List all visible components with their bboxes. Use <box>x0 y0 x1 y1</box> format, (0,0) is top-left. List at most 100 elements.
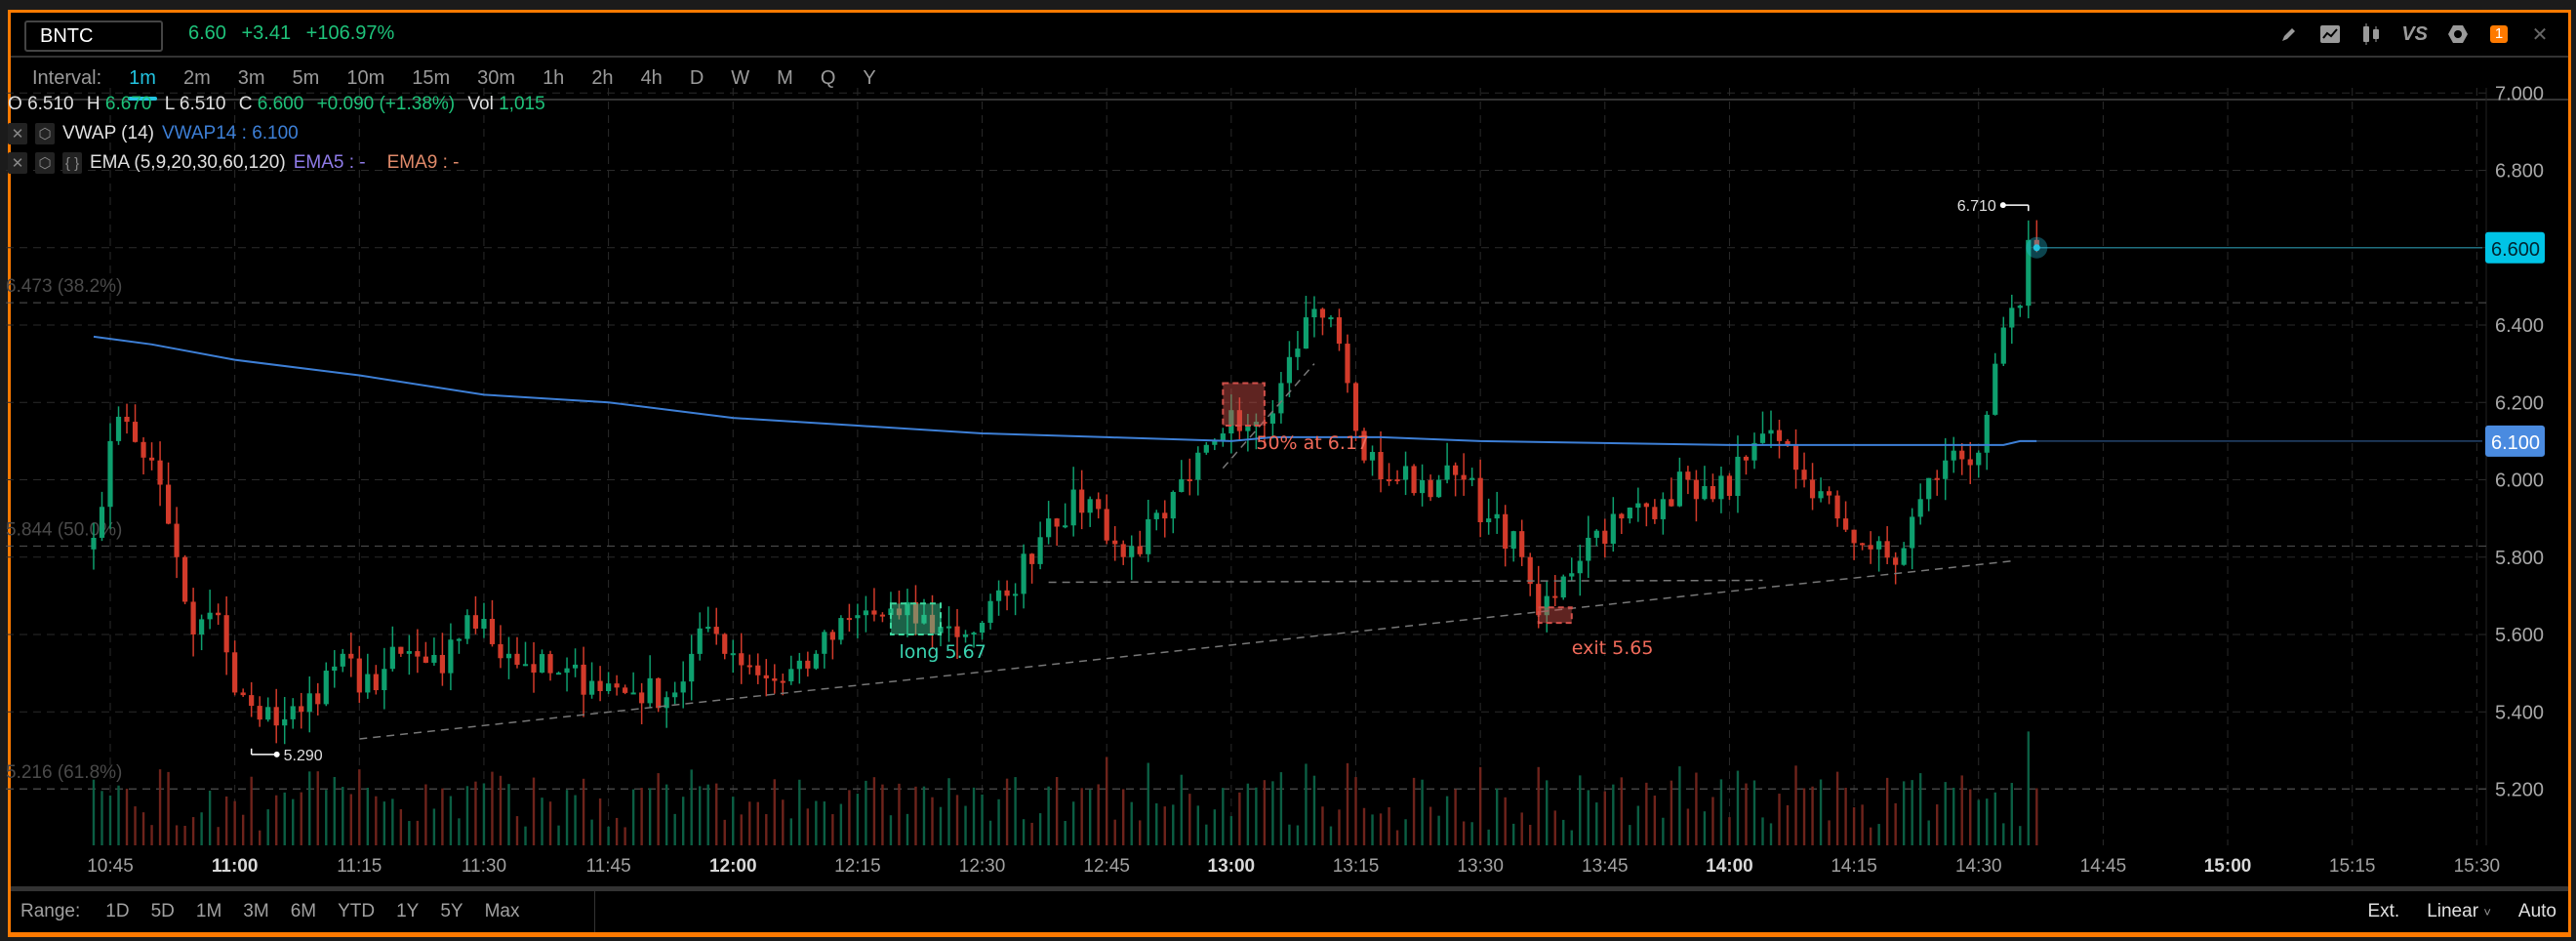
trendline <box>1048 579 1763 584</box>
volume-bar <box>648 788 652 845</box>
candle-down <box>1868 545 1873 550</box>
volume-bar <box>732 797 735 845</box>
volume-bar <box>748 801 751 845</box>
volume-bar <box>831 814 834 845</box>
candle-down <box>181 556 188 602</box>
time-tick-label: 15:30 <box>2454 856 2501 877</box>
candle-down <box>1386 479 1392 482</box>
volume-bar <box>1445 796 1449 845</box>
candle-up <box>1146 518 1151 554</box>
price-tick-label: 5.800 <box>2495 548 2544 569</box>
candle-up <box>1303 317 1309 349</box>
volume-bar <box>1495 788 1499 845</box>
volume-bar <box>266 809 269 845</box>
candle-down <box>472 615 479 629</box>
volume-bar <box>898 783 901 845</box>
candle-up <box>1943 460 1949 479</box>
volume-bar <box>1155 803 1158 845</box>
volume-bar <box>1412 777 1416 845</box>
candle-down <box>1693 479 1700 500</box>
remove-study-icon[interactable]: ✕ <box>8 152 27 174</box>
volume-bar <box>532 777 536 845</box>
study-settings-icon[interactable]: ⬡ <box>35 152 55 174</box>
volume-bar <box>1736 770 1740 845</box>
time-tick-label: 12:15 <box>834 856 881 877</box>
candle-up <box>290 706 296 719</box>
candle-up <box>1295 348 1301 357</box>
candle-up <box>1402 466 1409 480</box>
candle-up <box>1577 560 1583 574</box>
volume-bar <box>1346 762 1349 845</box>
volume-bar <box>449 796 453 845</box>
volume-bar <box>972 787 976 845</box>
candle-down <box>223 615 229 653</box>
extreme-marker-dot <box>1999 202 2006 209</box>
volume-bar <box>865 780 867 845</box>
vwap-study-value: VWAP14 : 6.100 <box>161 123 299 143</box>
ema-study-name: EMA (5,9,20,30,60,120) <box>90 152 286 173</box>
volume-bar <box>1379 813 1383 845</box>
volume-bar <box>1246 783 1250 845</box>
volume-bar <box>1296 825 1300 845</box>
volume-bar <box>233 800 236 845</box>
volume-bar <box>548 801 552 845</box>
candle-down <box>1453 465 1459 475</box>
study-script-icon[interactable]: { } <box>62 152 82 174</box>
price-tick-label: 6.400 <box>2495 315 2544 337</box>
volume-bar <box>1429 806 1432 845</box>
volume-bar <box>408 821 411 845</box>
candle-up <box>1179 478 1185 492</box>
candle-up <box>1718 475 1724 500</box>
bar-change: +0.090 (+1.38%) <box>316 94 456 114</box>
volume-bar <box>125 788 129 845</box>
volume-bar <box>1977 799 1980 845</box>
candle-up <box>1992 363 1998 415</box>
candle-down <box>1461 474 1467 480</box>
candle-up <box>2017 306 2023 308</box>
volume-bar <box>1139 820 1142 845</box>
volume-bar <box>664 784 668 845</box>
candle-down <box>1851 529 1857 544</box>
price-tick-label: 6.800 <box>2495 161 2544 183</box>
candle-down <box>1552 595 1558 598</box>
candle-up <box>1951 450 1956 461</box>
candle-up <box>588 680 595 695</box>
volume-bar <box>92 779 96 845</box>
candle-down <box>1079 489 1085 513</box>
candle-down <box>954 626 960 637</box>
volume-bar <box>1745 783 1748 845</box>
volume-bar <box>1653 796 1657 845</box>
volume-bar <box>1371 814 1374 845</box>
candle-up <box>406 651 412 654</box>
volume-bar <box>1902 781 1906 845</box>
candle-down <box>1336 317 1343 345</box>
volume-bar <box>108 795 112 845</box>
candle-up <box>481 619 487 629</box>
volume-bar <box>1255 787 1258 845</box>
candle-up <box>1469 477 1475 480</box>
volume-bar <box>2019 826 2022 845</box>
volume-bar <box>955 795 959 845</box>
trade-marker-box <box>1222 382 1266 428</box>
candle-up <box>2009 307 2015 328</box>
vwap-line <box>93 335 2037 446</box>
volume-bar <box>141 812 145 845</box>
volume-bar <box>1711 797 1714 845</box>
candle-up <box>1494 513 1500 519</box>
volume-bar <box>375 796 378 845</box>
candle-up <box>431 654 437 663</box>
volume-bar <box>1852 807 1856 845</box>
time-tick-label: 15:15 <box>2329 856 2376 877</box>
volume-bar <box>1761 817 1764 845</box>
volume-bar <box>349 794 352 845</box>
candle-up <box>647 677 653 704</box>
volume-bar <box>1229 816 1233 845</box>
volume-bar <box>1478 766 1482 845</box>
time-tick-label: 11:00 <box>212 856 259 877</box>
remove-study-icon[interactable]: ✕ <box>8 123 27 144</box>
volume-bar <box>1106 757 1108 845</box>
high-value: 6.670 <box>104 94 152 114</box>
volume-bar <box>2010 783 2013 845</box>
study-settings-icon[interactable]: ⬡ <box>35 123 55 144</box>
candle-down <box>514 653 520 665</box>
